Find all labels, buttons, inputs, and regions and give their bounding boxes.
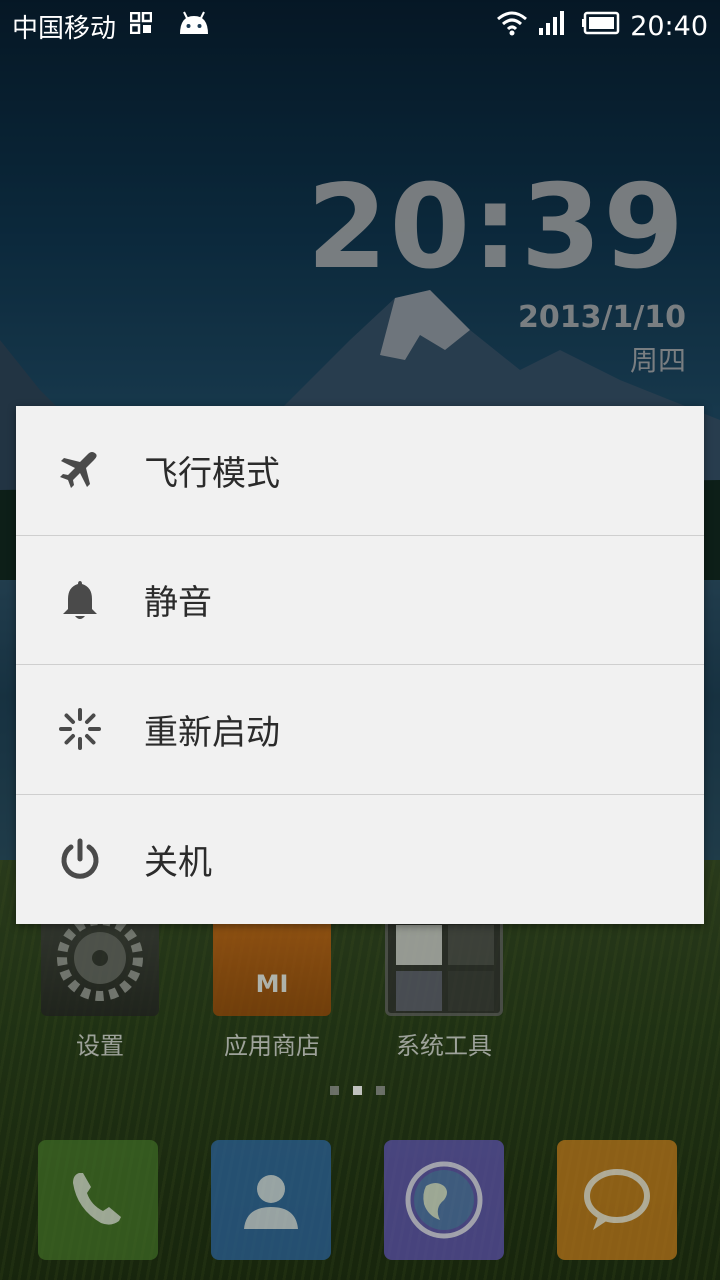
wifi-icon <box>496 10 528 43</box>
clock-day: 周四 <box>629 344 686 377</box>
menu-item-airplane-mode[interactable]: 飞行模式 <box>16 406 704 536</box>
menu-label: 关机 <box>144 842 212 883</box>
menu-item-silent[interactable]: 静音 <box>16 536 704 665</box>
page-dot <box>330 1086 339 1095</box>
app-system-tools[interactable]: 系统工具 <box>382 900 506 1061</box>
page-dot <box>376 1086 385 1095</box>
app-label: 应用商店 <box>224 1032 320 1060</box>
page-dot-active <box>353 1086 362 1095</box>
app-label: 系统工具 <box>396 1032 492 1060</box>
page-indicator <box>330 1086 385 1095</box>
power-icon <box>16 837 144 881</box>
menu-label: 飞行模式 <box>144 453 280 494</box>
signal-icon <box>538 10 566 43</box>
phone-icon[interactable] <box>38 1140 158 1260</box>
browser-icon[interactable] <box>384 1140 504 1260</box>
restart-icon <box>16 707 144 751</box>
airplane-icon <box>16 450 144 490</box>
android-icon <box>176 10 212 43</box>
menu-item-power-off[interactable]: 关机 <box>16 795 704 925</box>
contacts-icon[interactable] <box>211 1140 331 1260</box>
menu-label: 静音 <box>144 583 212 624</box>
clock-widget[interactable]: 20:39 2013/1/10 周四 <box>307 170 686 379</box>
clock-time: 20:39 <box>306 160 686 295</box>
status-bar: 中国移动 20:40 <box>0 0 720 52</box>
dock <box>0 1120 720 1280</box>
app-settings[interactable]: 设置 <box>38 900 162 1061</box>
bell-icon <box>16 579 144 621</box>
status-time: 20:40 <box>630 10 708 42</box>
menu-label: 重新启动 <box>144 712 280 753</box>
carrier-name: 中国移动 <box>12 13 117 44</box>
mi-badge: MI <box>255 970 289 998</box>
qr-icon <box>129 11 153 41</box>
app-label: 设置 <box>76 1032 124 1060</box>
power-menu-dialog: 飞行模式 静音 重新启动 关机 <box>16 406 704 924</box>
app-store[interactable]: MI 应用商店 <box>210 900 334 1061</box>
battery-icon <box>582 11 620 42</box>
app-row: 设置 MI 应用商店 系统工具 <box>0 900 720 1060</box>
messages-icon[interactable] <box>557 1140 677 1260</box>
clock-date: 2013/1/10 <box>517 300 686 335</box>
menu-item-restart[interactable]: 重新启动 <box>16 665 704 795</box>
